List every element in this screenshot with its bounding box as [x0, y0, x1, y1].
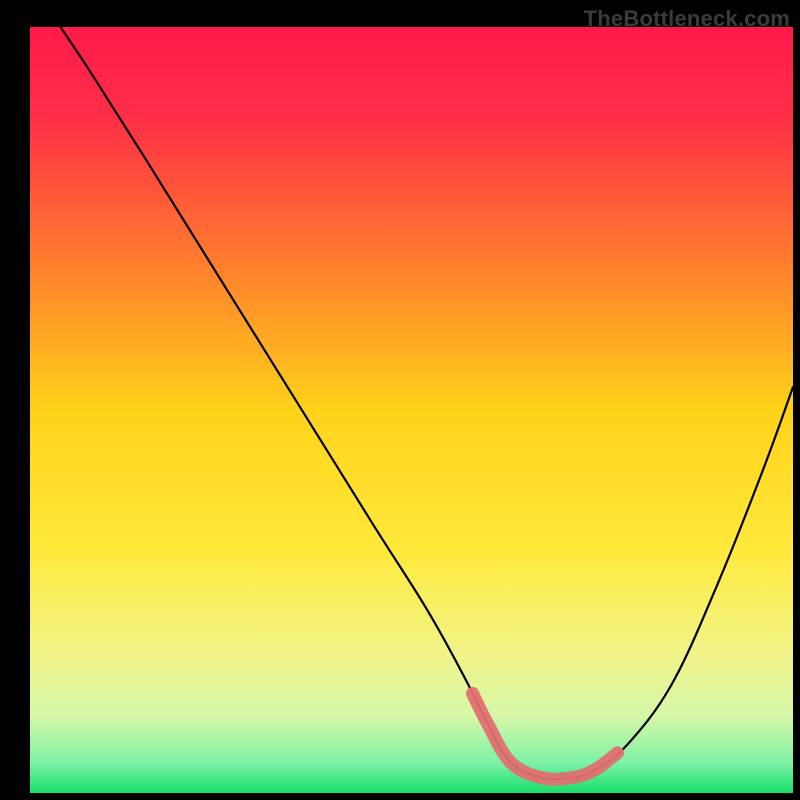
bottleneck-chart: [0, 0, 800, 800]
watermark-text: TheBottleneck.com: [584, 6, 790, 32]
plot-background: [30, 27, 793, 793]
chart-frame: TheBottleneck.com: [0, 0, 800, 800]
